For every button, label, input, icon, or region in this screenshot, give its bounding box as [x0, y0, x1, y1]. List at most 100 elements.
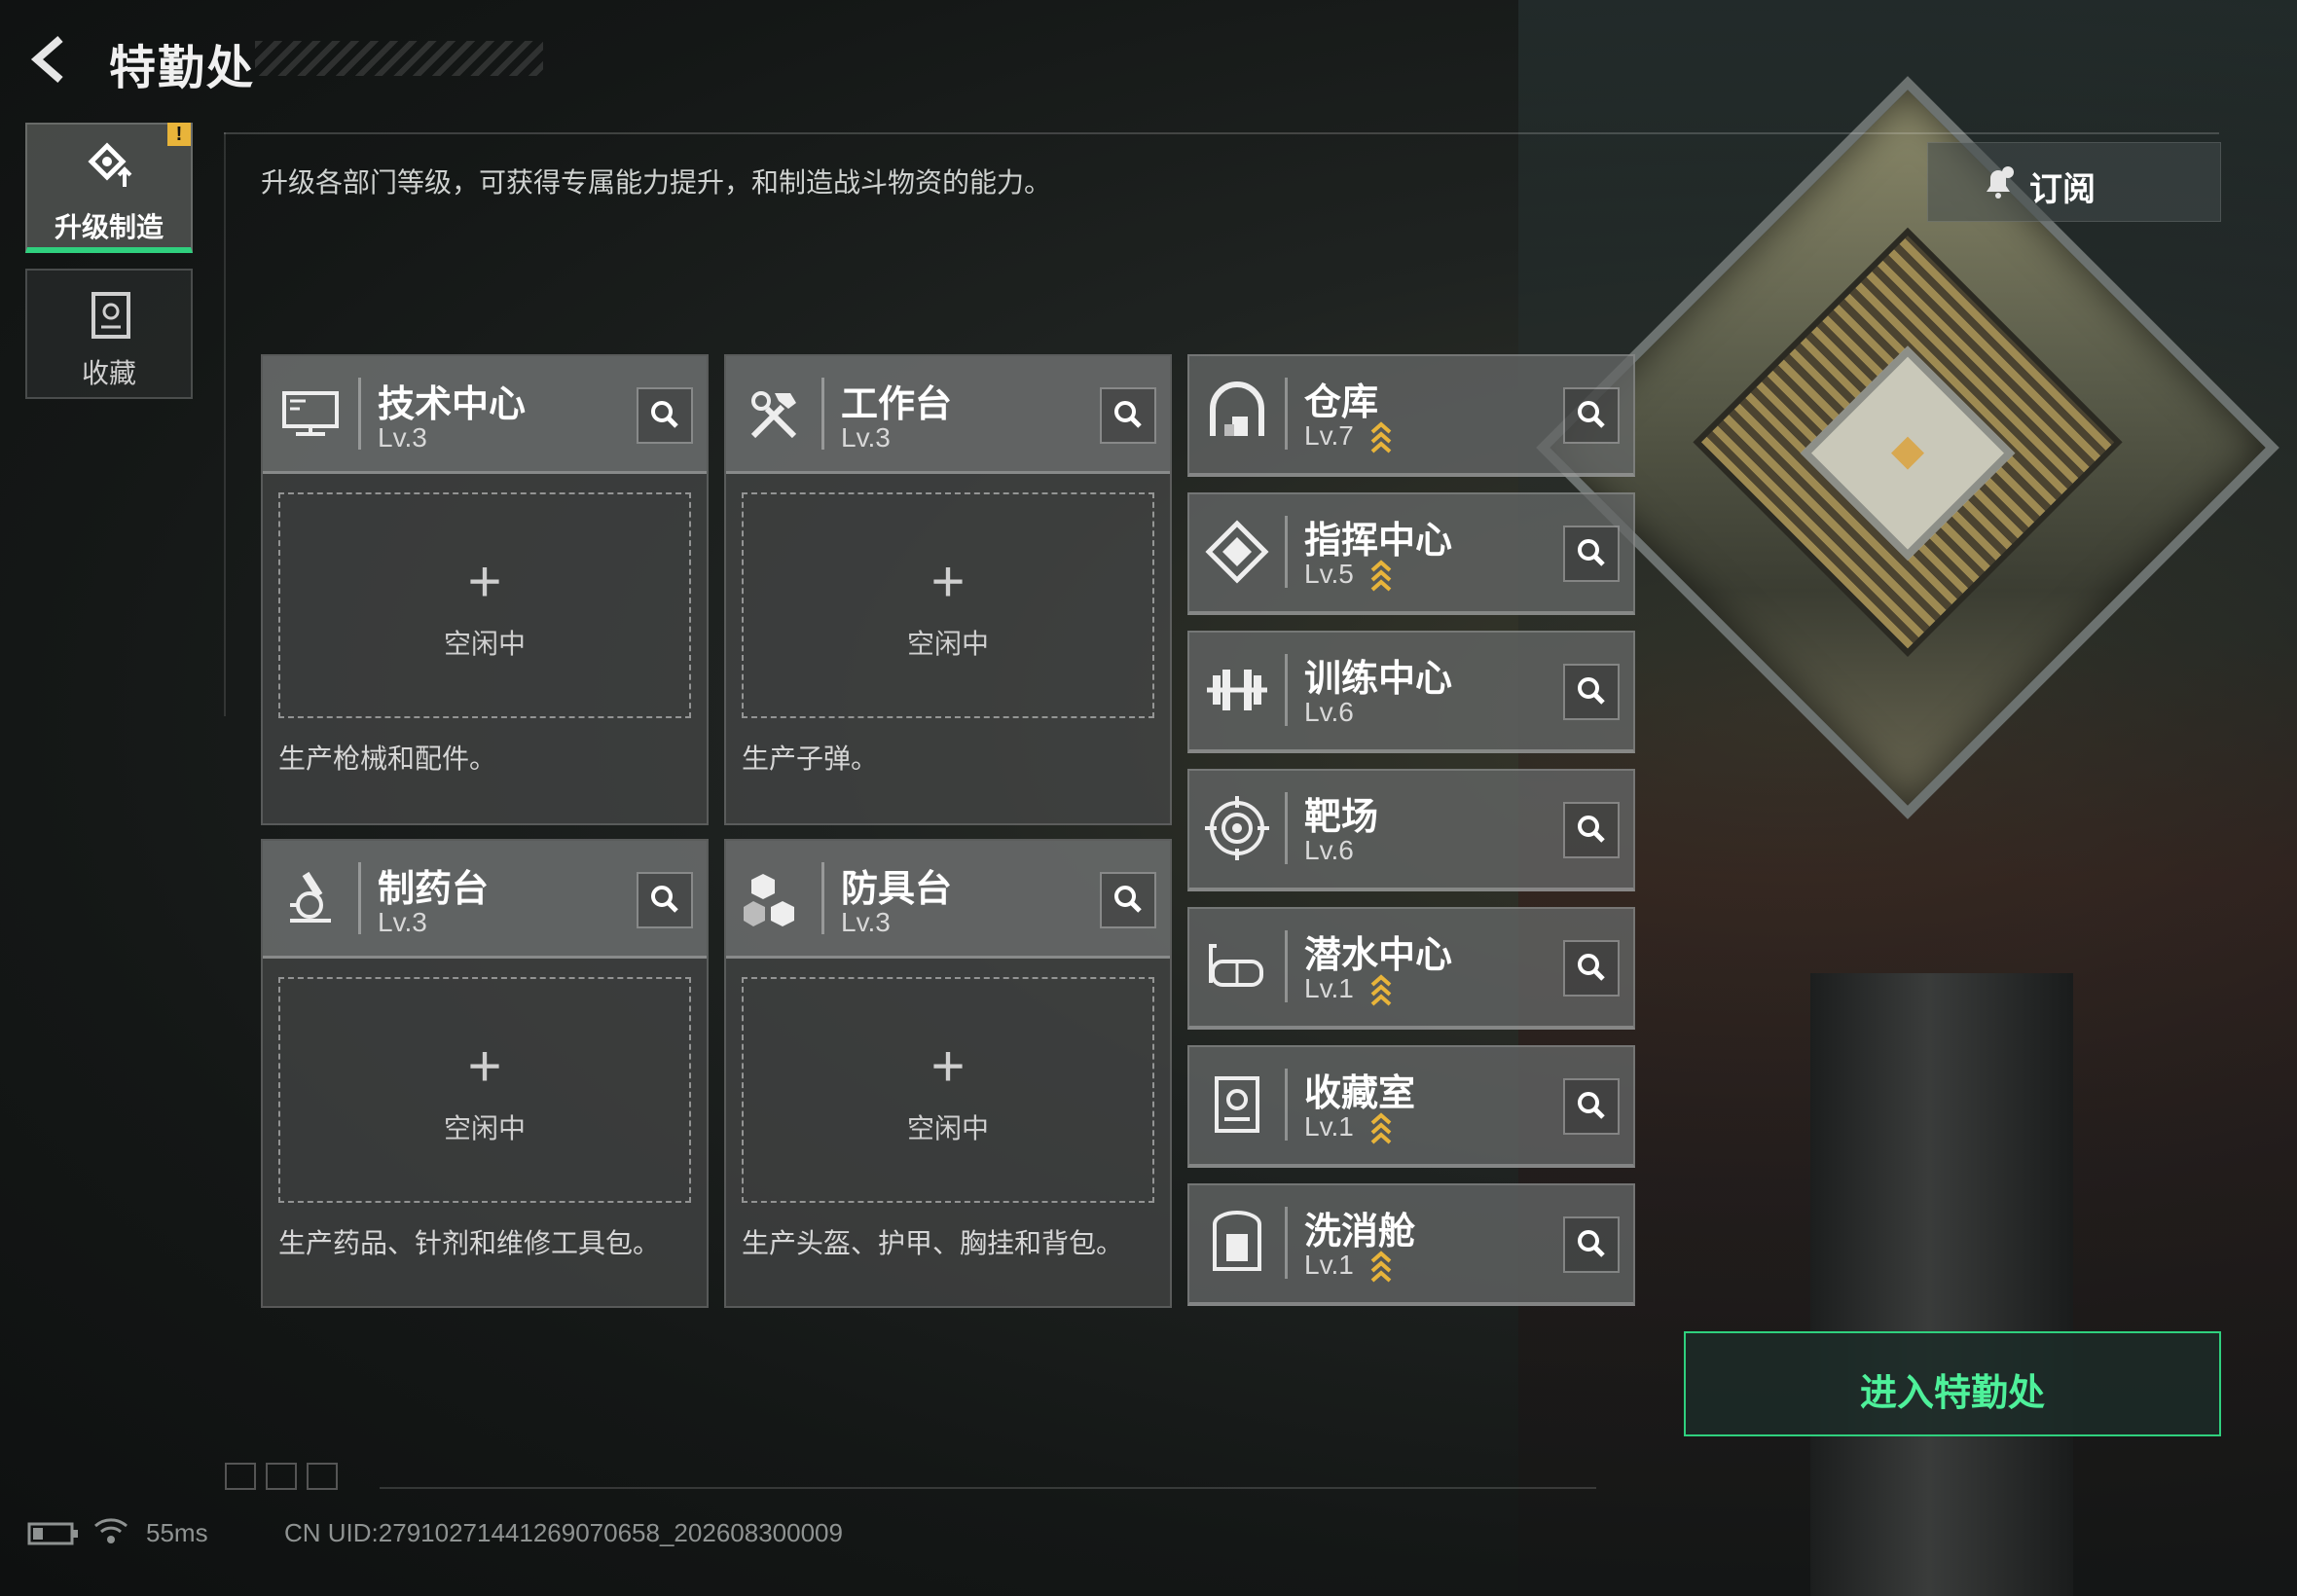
header-divider [1285, 1207, 1288, 1279]
facility-card-workbench[interactable]: 工作台 Lv.3 + 空闲中 生产子弹。 [724, 354, 1172, 825]
facility-description: 生产药品、针剂和维修工具包。 [278, 1228, 661, 1258]
search-icon[interactable] [1563, 526, 1620, 582]
facility-description: 生产头盔、护甲、胸挂和背包。 [742, 1228, 1124, 1258]
back-arrow-icon[interactable] [27, 35, 76, 84]
room-level: Lv.6 [1304, 697, 1354, 727]
header-divider [821, 862, 824, 934]
footer-line [380, 1487, 1596, 1489]
microscope-icon [276, 864, 345, 932]
room-level: Lv.1 [1304, 1111, 1354, 1142]
header-divider [1285, 930, 1288, 1002]
title-stripes [255, 41, 543, 76]
room-level: Lv.7 [1304, 420, 1354, 451]
cube-dot [1891, 436, 1924, 470]
header-divider [1285, 516, 1288, 588]
room-name: 收藏室 [1304, 1073, 1416, 1114]
room-card-command-center[interactable]: 指挥中心 Lv.5 [1187, 492, 1635, 615]
production-slot[interactable]: + 空闲中 [278, 977, 691, 1203]
page-title: 特勤处 [109, 43, 256, 94]
search-icon[interactable] [637, 872, 693, 928]
search-icon[interactable] [1100, 387, 1156, 444]
room-name: 潜水中心 [1304, 935, 1453, 976]
command-chip-icon [1203, 518, 1271, 586]
room-card-shooting-range[interactable]: 靶场 Lv.6 [1187, 769, 1635, 891]
facility-card-armor-bench[interactable]: 防具台 Lv.3 + 空闲中 生产头盔、护甲、胸挂和背包。 [724, 839, 1172, 1308]
tab-upgrade-craft-label: 升级制造 [54, 212, 164, 242]
battery-icon [27, 1520, 80, 1547]
production-slot[interactable]: + 空闲中 [742, 977, 1154, 1203]
header-divider [224, 132, 2219, 134]
search-icon[interactable] [637, 387, 693, 444]
cube-core [1800, 345, 2016, 561]
armor-blocks-icon [740, 864, 808, 932]
room-card-decontamination[interactable]: 洗消舱 Lv.1 [1187, 1183, 1635, 1306]
search-icon[interactable] [1100, 872, 1156, 928]
tab-collection-label: 收藏 [81, 358, 136, 388]
search-icon[interactable] [1563, 1078, 1620, 1135]
room-name: 洗消舱 [1304, 1212, 1416, 1252]
room-card-warehouse[interactable]: 仓库 Lv.7 [1187, 354, 1635, 477]
slot-status: 空闲中 [443, 629, 526, 659]
collection-room-icon [1203, 1070, 1271, 1139]
ping-text: 55ms [146, 1518, 208, 1547]
facility-level: Lv.3 [378, 907, 427, 937]
facility-level: Lv.3 [378, 422, 427, 453]
facility-card-pharmacy[interactable]: 制药台 Lv.3 + 空闲中 生产药品、针剂和维修工具包。 [261, 839, 709, 1308]
warehouse-icon [1203, 380, 1271, 448]
subscribe-label: 订阅 [2029, 171, 2096, 208]
header-divider [1285, 1069, 1288, 1141]
facility-card-tech-center[interactable]: 技术中心 Lv.3 + 空闲中 生产枪械和配件。 [261, 354, 709, 825]
room-name: 靶场 [1304, 797, 1379, 838]
room-level: Lv.6 [1304, 835, 1354, 865]
room-name: 仓库 [1304, 382, 1379, 423]
room-card-diving-center[interactable]: 潜水中心 Lv.1 [1187, 907, 1635, 1030]
facility-description: 生产子弹。 [742, 744, 879, 774]
production-slot[interactable]: + 空闲中 [278, 492, 691, 718]
production-slot[interactable]: + 空闲中 [742, 492, 1154, 718]
upgrade-available-icon [1368, 1109, 1394, 1144]
left-divider [224, 132, 226, 716]
header-divider [358, 378, 361, 450]
room-level: Lv.5 [1304, 559, 1354, 589]
search-icon[interactable] [1563, 940, 1620, 997]
enter-special-ops-label: 进入特勤处 [1859, 1373, 2045, 1414]
slot-status: 空闲中 [906, 629, 989, 659]
facility-name: 技术中心 [378, 384, 527, 425]
upgrade-available-icon [1368, 418, 1394, 453]
facility-header: 工作台 Lv.3 [726, 356, 1170, 474]
upgrade-available-icon [1368, 557, 1394, 592]
room-level: Lv.1 [1304, 973, 1354, 1003]
room-level: Lv.1 [1304, 1250, 1354, 1280]
add-icon: + [930, 549, 966, 614]
footer-decoration [224, 1462, 341, 1491]
facility-header: 防具台 Lv.3 [726, 841, 1170, 959]
room-card-collection-room[interactable]: 收藏室 Lv.1 [1187, 1045, 1635, 1168]
decontamination-icon [1203, 1209, 1271, 1277]
slot-status: 空闲中 [443, 1113, 526, 1143]
background-pillar [1810, 973, 2073, 1596]
subscribe-button[interactable]: 订阅 [1927, 142, 2221, 222]
search-icon[interactable] [1563, 1216, 1620, 1273]
room-card-training-center[interactable]: 训练中心 Lv.6 [1187, 631, 1635, 753]
upgrade-available-icon [1368, 971, 1394, 1006]
facility-name: 工作台 [841, 384, 953, 425]
facility-name: 防具台 [841, 869, 953, 910]
room-name: 训练中心 [1304, 659, 1453, 700]
bell-icon [1979, 163, 2018, 201]
computer-icon [276, 380, 345, 448]
search-icon[interactable] [1563, 387, 1620, 444]
header-divider [358, 862, 361, 934]
tab-collection[interactable]: 收藏 [25, 269, 193, 399]
notice-badge: ! [167, 123, 191, 146]
add-icon: + [930, 1034, 966, 1099]
facility-level: Lv.3 [841, 422, 891, 453]
diving-mask-icon [1203, 932, 1271, 1000]
search-icon[interactable] [1563, 664, 1620, 720]
enter-special-ops-button[interactable]: 进入特勤处 [1684, 1331, 2221, 1436]
uid-text: CN UID:2791027144126907065​8_20260830000… [284, 1518, 843, 1547]
cube-inner [1693, 227, 2123, 657]
facility-header: 制药台 Lv.3 [263, 841, 707, 959]
facility-description: 生产枪械和配件。 [278, 744, 497, 774]
tab-upgrade-craft[interactable]: ! 升级制造 [25, 123, 193, 253]
search-icon[interactable] [1563, 802, 1620, 858]
